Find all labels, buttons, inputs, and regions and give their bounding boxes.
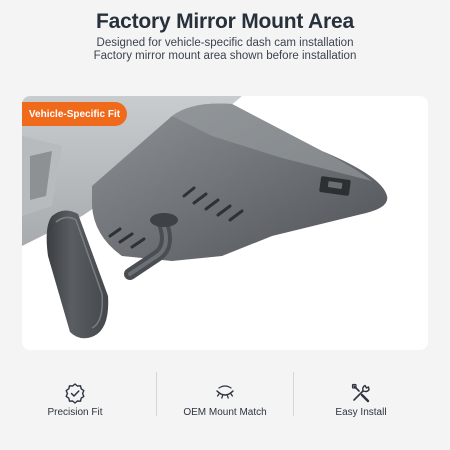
vehicle-fit-badge: Vehicle-Specific Fit [22,102,127,126]
badge-check-icon [65,383,85,404]
subtitle-line-1: Designed for vehicle-specific dash cam i… [96,37,354,49]
page-title: Factory Mirror Mount Area [96,10,354,33]
feature-label: Precision Fit [47,407,103,418]
feature-oem-mount: OEM Mount Match [150,372,300,422]
subtitle-line-2: Factory mirror mount area shown before i… [93,50,357,62]
product-image-card [22,96,428,350]
mirror-mount-illustration [22,96,388,339]
eye-icon [216,385,234,399]
feature-easy-install: Easy Install [286,372,436,422]
feature-label: Easy Install [335,407,387,418]
feature-row: Precision Fit OEM Mount Match Easy Insta… [0,372,450,422]
feature-label: OEM Mount Match [183,407,267,418]
tools-icon [351,383,370,403]
feature-precision-fit: Precision Fit [0,372,150,422]
